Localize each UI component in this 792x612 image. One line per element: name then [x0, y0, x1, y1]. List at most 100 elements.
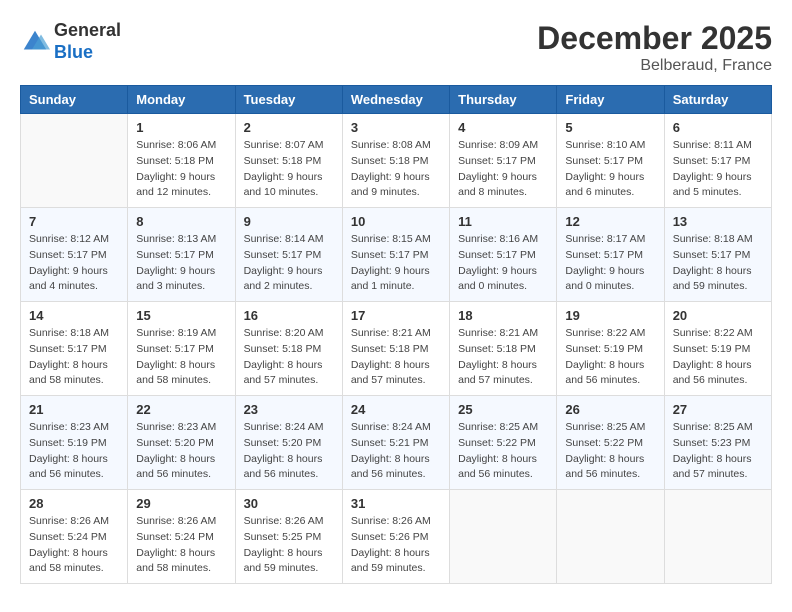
calendar-day-cell: 12 Sunrise: 8:17 AMSunset: 5:17 PMDayligh… [557, 208, 664, 302]
day-number: 15 [136, 308, 226, 323]
location-title: Belberaud, France [537, 57, 772, 75]
calendar-week-row: 1Sunrise: 8:06 AMSunset: 5:18 PMDaylight… [21, 114, 772, 208]
day-number: 2 [244, 120, 334, 135]
logo-general-text: General [54, 20, 121, 42]
calendar-day-cell: 29 Sunrise: 8:26 AMSunset: 5:24 PMDayligh… [128, 490, 235, 584]
day-number: 19 [565, 308, 655, 323]
day-number: 7 [29, 214, 119, 229]
day-info: Sunrise: 8:26 AMSunset: 5:24 PMDaylight:… [29, 514, 119, 577]
logo-icon [20, 27, 50, 57]
day-info: Sunrise: 8:09 AMSunset: 5:17 PMDaylight:… [458, 138, 548, 201]
day-info: Sunrise: 8:26 AMSunset: 5:25 PMDaylight:… [244, 514, 334, 577]
calendar-day-cell: 3Sunrise: 8:08 AMSunset: 5:18 PMDaylight… [342, 114, 449, 208]
calendar-day-cell [557, 490, 664, 584]
day-number: 27 [673, 402, 763, 417]
calendar-day-cell: 23Sunrise: 8:24 AMSunset: 5:20 PMDayligh… [235, 396, 342, 490]
calendar-week-row: 7Sunrise: 8:12 AMSunset: 5:17 PMDaylight… [21, 208, 772, 302]
day-number: 3 [351, 120, 441, 135]
calendar-day-cell: 13 Sunrise: 8:18 AMSunset: 5:17 PMDayligh… [664, 208, 771, 302]
day-number: 4 [458, 120, 548, 135]
day-info: Sunrise: 8:20 AMSunset: 5:18 PMDaylight:… [244, 326, 334, 389]
calendar-day-cell: 9Sunrise: 8:14 AMSunset: 5:17 PMDaylight… [235, 208, 342, 302]
calendar-day-cell: 20 Sunrise: 8:22 AMSunset: 5:19 PMDayligh… [664, 302, 771, 396]
calendar-day-cell: 22Sunrise: 8:23 AMSunset: 5:20 PMDayligh… [128, 396, 235, 490]
calendar-day-cell: 7Sunrise: 8:12 AMSunset: 5:17 PMDaylight… [21, 208, 128, 302]
day-info: Sunrise: 8:15 AMSunset: 5:17 PMDaylight:… [351, 232, 441, 295]
day-info: Sunrise: 8:24 AMSunset: 5:21 PMDaylight:… [351, 420, 441, 483]
day-info: Sunrise: 8:17 AMSunset: 5:17 PMDaylight:… [565, 232, 655, 295]
calendar-day-cell: 2 Sunrise: 8:07 AMSunset: 5:18 PMDaylight… [235, 114, 342, 208]
day-info: Sunrise: 8:23 AMSunset: 5:19 PMDaylight:… [29, 420, 119, 483]
day-info: Sunrise: 8:25 AMSunset: 5:23 PMDaylight:… [673, 420, 763, 483]
calendar-day-cell: 26Sunrise: 8:25 AMSunset: 5:22 PMDayligh… [557, 396, 664, 490]
day-info: Sunrise: 8:25 AMSunset: 5:22 PMDaylight:… [565, 420, 655, 483]
logo-blue-text: Blue [54, 42, 121, 64]
day-info: Sunrise: 8:26 AMSunset: 5:24 PMDaylight:… [136, 514, 226, 577]
calendar-day-cell [664, 490, 771, 584]
day-number: 29 [136, 496, 226, 511]
weekday-header: Monday [128, 86, 235, 114]
weekday-header: Sunday [21, 86, 128, 114]
calendar-day-cell: 16 Sunrise: 8:20 AMSunset: 5:18 PMDayligh… [235, 302, 342, 396]
calendar-day-cell [450, 490, 557, 584]
weekday-header: Tuesday [235, 86, 342, 114]
weekday-header: Thursday [450, 86, 557, 114]
calendar-day-cell: 19 Sunrise: 8:22 AMSunset: 5:19 PMDayligh… [557, 302, 664, 396]
day-number: 9 [244, 214, 334, 229]
calendar-day-cell: 27 Sunrise: 8:25 AMSunset: 5:23 PMDayligh… [664, 396, 771, 490]
calendar-day-cell: 28 Sunrise: 8:26 AMSunset: 5:24 PMDayligh… [21, 490, 128, 584]
calendar-day-cell: 25Sunrise: 8:25 AMSunset: 5:22 PMDayligh… [450, 396, 557, 490]
calendar-day-cell: 8 Sunrise: 8:13 AMSunset: 5:17 PMDaylight… [128, 208, 235, 302]
day-number: 1 [136, 120, 226, 135]
calendar-table: SundayMondayTuesdayWednesdayThursdayFrid… [20, 85, 772, 584]
calendar-day-cell: 31 Sunrise: 8:26 AMSunset: 5:26 PMDayligh… [342, 490, 449, 584]
day-number: 14 [29, 308, 119, 323]
day-info: Sunrise: 8:13 AMSunset: 5:17 PMDaylight:… [136, 232, 226, 295]
weekday-header: Friday [557, 86, 664, 114]
day-info: Sunrise: 8:16 AMSunset: 5:17 PMDaylight:… [458, 232, 548, 295]
day-number: 21 [29, 402, 119, 417]
day-number: 11 [458, 214, 548, 229]
day-info: Sunrise: 8:19 AMSunset: 5:17 PMDaylight:… [136, 326, 226, 389]
calendar-week-row: 28 Sunrise: 8:26 AMSunset: 5:24 PMDayligh… [21, 490, 772, 584]
day-number: 10 [351, 214, 441, 229]
day-number: 24 [351, 402, 441, 417]
day-info: Sunrise: 8:22 AMSunset: 5:19 PMDaylight:… [565, 326, 655, 389]
calendar-day-cell: 24 Sunrise: 8:24 AMSunset: 5:21 PMDayligh… [342, 396, 449, 490]
day-info: Sunrise: 8:21 AMSunset: 5:18 PMDaylight:… [458, 326, 548, 389]
day-info: Sunrise: 8:25 AMSunset: 5:22 PMDaylight:… [458, 420, 548, 483]
calendar-day-cell: 10 Sunrise: 8:15 AMSunset: 5:17 PMDayligh… [342, 208, 449, 302]
day-number: 31 [351, 496, 441, 511]
day-number: 17 [351, 308, 441, 323]
calendar-day-cell: 17 Sunrise: 8:21 AMSunset: 5:18 PMDayligh… [342, 302, 449, 396]
day-info: Sunrise: 8:26 AMSunset: 5:26 PMDaylight:… [351, 514, 441, 577]
day-number: 23 [244, 402, 334, 417]
day-number: 28 [29, 496, 119, 511]
weekday-header: Wednesday [342, 86, 449, 114]
day-info: Sunrise: 8:18 AMSunset: 5:17 PMDaylight:… [673, 232, 763, 295]
day-info: Sunrise: 8:21 AMSunset: 5:18 PMDaylight:… [351, 326, 441, 389]
day-info: Sunrise: 8:23 AMSunset: 5:20 PMDaylight:… [136, 420, 226, 483]
day-number: 13 [673, 214, 763, 229]
day-number: 12 [565, 214, 655, 229]
day-info: Sunrise: 8:11 AMSunset: 5:17 PMDaylight:… [673, 138, 763, 201]
calendar-day-cell: 15 Sunrise: 8:19 AMSunset: 5:17 PMDayligh… [128, 302, 235, 396]
day-number: 16 [244, 308, 334, 323]
calendar-day-cell [21, 114, 128, 208]
calendar-day-cell: 11 Sunrise: 8:16 AMSunset: 5:17 PMDayligh… [450, 208, 557, 302]
day-info: Sunrise: 8:22 AMSunset: 5:19 PMDaylight:… [673, 326, 763, 389]
calendar-header-row: SundayMondayTuesdayWednesdayThursdayFrid… [21, 86, 772, 114]
title-area: December 2025 Belberaud, France [537, 20, 772, 75]
month-title: December 2025 [537, 20, 772, 57]
day-number: 20 [673, 308, 763, 323]
day-number: 8 [136, 214, 226, 229]
day-info: Sunrise: 8:07 AMSunset: 5:18 PMDaylight:… [244, 138, 334, 201]
page-header: General Blue December 2025 Belberaud, Fr… [20, 20, 772, 75]
calendar-day-cell: 30 Sunrise: 8:26 AMSunset: 5:25 PMDayligh… [235, 490, 342, 584]
day-number: 18 [458, 308, 548, 323]
calendar-day-cell: 18 Sunrise: 8:21 AMSunset: 5:18 PMDayligh… [450, 302, 557, 396]
day-number: 30 [244, 496, 334, 511]
calendar-day-cell: 14Sunrise: 8:18 AMSunset: 5:17 PMDayligh… [21, 302, 128, 396]
day-number: 6 [673, 120, 763, 135]
calendar-day-cell: 1Sunrise: 8:06 AMSunset: 5:18 PMDaylight… [128, 114, 235, 208]
